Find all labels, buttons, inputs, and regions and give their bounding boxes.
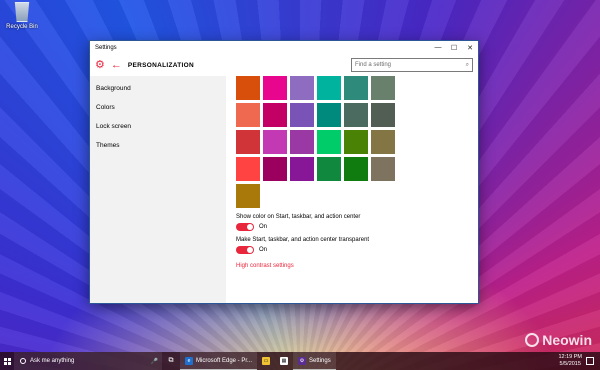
taskbar-app-label: Microsoft Edge - Pr... bbox=[196, 357, 253, 364]
search-icon[interactable]: ⌕ bbox=[466, 62, 469, 69]
color-swatch[interactable] bbox=[344, 103, 368, 127]
color-swatch[interactable] bbox=[236, 184, 260, 208]
close-button[interactable]: ✕ bbox=[462, 41, 478, 54]
taskbar: Ask me anything 🎤 ⧉ e Microsoft Edge - P… bbox=[0, 352, 600, 370]
window-controls: — ☐ ✕ bbox=[430, 41, 478, 54]
watermark-logo-icon bbox=[525, 333, 540, 347]
clock-date: 5/5/2015 bbox=[559, 361, 581, 367]
recycle-bin-desktop-icon[interactable]: Recycle Bin bbox=[2, 2, 42, 30]
settings-window: Settings — ☐ ✕ ⚙ ← PERSONALIZATION Find … bbox=[89, 40, 479, 304]
taskbar-search-placeholder: Ask me anything bbox=[30, 358, 75, 364]
page-title: PERSONALIZATION bbox=[127, 61, 195, 69]
show-color-toggle[interactable] bbox=[236, 223, 254, 231]
color-swatch[interactable] bbox=[263, 157, 287, 181]
search-placeholder: Find a setting bbox=[355, 62, 392, 68]
action-center-icon[interactable] bbox=[586, 357, 594, 365]
search-input[interactable]: Find a setting ⌕ bbox=[351, 58, 473, 72]
color-swatch[interactable] bbox=[236, 76, 260, 100]
color-swatch[interactable] bbox=[263, 103, 287, 127]
window-titlebar[interactable]: Settings — ☐ ✕ bbox=[90, 41, 478, 54]
file-explorer-icon[interactable]: ▭ bbox=[257, 352, 275, 370]
windows-logo-icon bbox=[3, 357, 11, 365]
store-icon[interactable]: ▦ bbox=[275, 352, 293, 370]
clock-time: 12:19 PM bbox=[558, 354, 582, 360]
window-body: Background Colors Lock screen Themes Sho… bbox=[90, 76, 478, 303]
start-button[interactable] bbox=[0, 352, 14, 370]
transparent-toggle-row: On bbox=[236, 246, 468, 254]
recycle-bin-label: Recycle Bin bbox=[6, 24, 38, 30]
color-swatch[interactable] bbox=[317, 103, 341, 127]
watermark: Neowin bbox=[525, 332, 592, 348]
transparent-toggle[interactable] bbox=[236, 246, 254, 254]
cortana-icon bbox=[20, 358, 26, 364]
window-title: Settings bbox=[95, 44, 117, 51]
taskbar-app-settings[interactable]: ⚙ Settings bbox=[293, 352, 336, 370]
color-swatch[interactable] bbox=[371, 130, 395, 154]
color-swatch[interactable] bbox=[263, 76, 287, 100]
sidebar-item-themes[interactable]: Themes bbox=[90, 137, 226, 156]
color-swatch[interactable] bbox=[344, 157, 368, 181]
microphone-icon[interactable]: 🎤 bbox=[151, 358, 158, 365]
color-swatch[interactable] bbox=[263, 130, 287, 154]
transparent-state: On bbox=[259, 247, 268, 253]
color-swatch[interactable] bbox=[236, 103, 260, 127]
accent-color-grid bbox=[236, 76, 468, 208]
system-tray: 12:19 PM 5/5/2015 bbox=[558, 354, 600, 368]
color-swatch[interactable] bbox=[290, 130, 314, 154]
colors-content: Show color on Start, taskbar, and action… bbox=[226, 76, 478, 303]
color-swatch[interactable] bbox=[371, 157, 395, 181]
color-swatch[interactable] bbox=[290, 157, 314, 181]
sidebar-item-colors[interactable]: Colors bbox=[90, 99, 226, 118]
color-swatch[interactable] bbox=[290, 103, 314, 127]
maximize-button[interactable]: ☐ bbox=[446, 41, 462, 54]
color-swatch[interactable] bbox=[317, 157, 341, 181]
sidebar-item-background[interactable]: Background bbox=[90, 80, 226, 99]
toggle-knob bbox=[247, 247, 253, 253]
transparent-label: Make Start, taskbar, and action center t… bbox=[236, 237, 370, 243]
color-swatch[interactable] bbox=[317, 130, 341, 154]
clock[interactable]: 12:19 PM 5/5/2015 bbox=[558, 354, 582, 368]
high-contrast-link[interactable]: High contrast settings bbox=[236, 263, 294, 269]
color-swatch[interactable] bbox=[290, 76, 314, 100]
color-swatch[interactable] bbox=[236, 157, 260, 181]
show-color-toggle-row: On bbox=[236, 223, 468, 231]
show-color-state: On bbox=[259, 224, 268, 230]
color-swatch[interactable] bbox=[317, 76, 341, 100]
sidebar-item-lock-screen[interactable]: Lock screen bbox=[90, 118, 226, 137]
task-view-icon[interactable]: ⧉ bbox=[162, 352, 180, 370]
taskbar-app-label: Settings bbox=[309, 357, 331, 364]
settings-gear-icon: ⚙ bbox=[298, 356, 307, 365]
color-swatch[interactable] bbox=[236, 130, 260, 154]
color-swatch[interactable] bbox=[344, 76, 368, 100]
page-header: ⚙ ← PERSONALIZATION Find a setting ⌕ bbox=[90, 54, 478, 76]
back-arrow-icon[interactable]: ← bbox=[111, 59, 122, 71]
sidebar: Background Colors Lock screen Themes bbox=[90, 76, 226, 303]
color-swatch[interactable] bbox=[344, 130, 368, 154]
color-swatch[interactable] bbox=[371, 103, 395, 127]
edge-icon: e bbox=[185, 356, 193, 365]
color-swatch[interactable] bbox=[371, 76, 395, 100]
taskbar-app-edge[interactable]: e Microsoft Edge - Pr... bbox=[180, 352, 258, 370]
show-color-label: Show color on Start, taskbar, and action… bbox=[236, 214, 361, 220]
minimize-button[interactable]: — bbox=[430, 41, 446, 54]
taskbar-search[interactable]: Ask me anything 🎤 bbox=[14, 352, 162, 370]
gear-icon: ⚙ bbox=[95, 58, 105, 71]
recycle-bin-icon bbox=[14, 2, 30, 22]
toggle-knob bbox=[247, 224, 253, 230]
watermark-text: Neowin bbox=[542, 332, 592, 348]
